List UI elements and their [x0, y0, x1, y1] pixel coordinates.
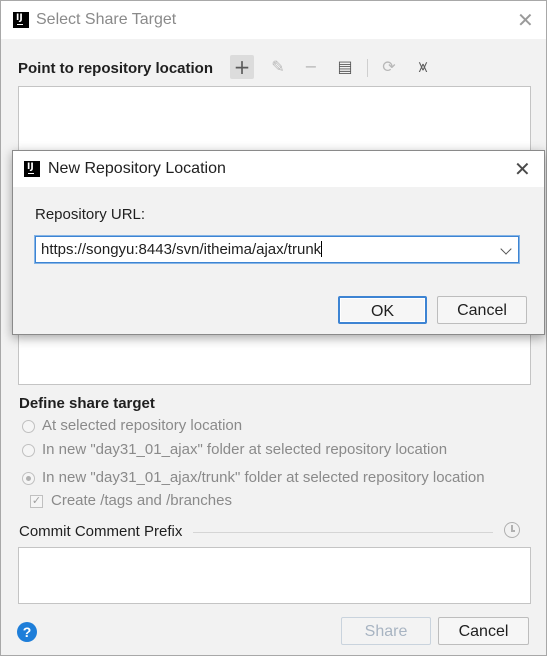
share-button[interactable]: Share	[341, 617, 431, 645]
window-title-bar: IJ Select Share Target ✕	[1, 1, 546, 39]
edit-location-icon[interactable]: ✎	[266, 55, 290, 79]
create-tags-label: Create /tags and /branches	[51, 492, 232, 509]
remove-location-icon[interactable]: −	[299, 55, 323, 79]
close-icon[interactable]: ✕	[517, 10, 534, 30]
option-radio-1[interactable]	[22, 444, 35, 457]
repository-url-combobox[interactable]: https://songyu:8443/svn/itheima/ajax/tru…	[35, 236, 519, 263]
repository-location-label: Point to repository location	[18, 60, 214, 77]
new-repository-location-dialog: IJ New Repository Location ✕ Repository …	[12, 150, 545, 335]
ok-button[interactable]: OK	[338, 296, 427, 324]
option-label-1: In new "day31_01_ajax" folder at selecte…	[42, 441, 448, 458]
option-radio-0[interactable]	[22, 420, 35, 433]
intellij-logo-icon: IJ	[11, 10, 33, 32]
chevron-down-icon[interactable]	[500, 243, 512, 255]
option-label-0: At selected repository location	[42, 417, 243, 434]
repository-url-value: https://songyu:8443/svn/itheima/ajax/tru…	[41, 241, 322, 258]
cancel-button[interactable]: Cancel	[438, 617, 529, 645]
toolbar-separator	[367, 59, 368, 77]
dialog-cancel-button[interactable]: Cancel	[437, 296, 527, 324]
commit-prefix-input[interactable]	[18, 547, 531, 604]
history-clock-icon[interactable]	[504, 522, 520, 538]
dialog-close-icon[interactable]: ✕	[514, 159, 531, 179]
repository-url-input[interactable]: https://songyu:8443/svn/itheima/ajax/tru…	[41, 241, 323, 258]
collapse-icon[interactable]: ⩙	[411, 55, 435, 79]
intellij-logo-icon: IJ	[22, 159, 44, 181]
commit-prefix-label: Commit Comment Prefix	[19, 523, 183, 540]
create-tags-checkbox[interactable]: ✓	[30, 495, 43, 508]
refresh-icon[interactable]: ⟳	[377, 55, 401, 79]
dialog-title: New Repository Location	[48, 160, 226, 177]
dialog-title-bar: IJ New Repository Location ✕	[13, 151, 544, 187]
text-caret	[321, 241, 323, 257]
option-label-2: In new "day31_01_ajax/trunk" folder at s…	[42, 469, 485, 486]
help-icon[interactable]: ?	[17, 622, 37, 642]
repository-url-label: Repository URL:	[35, 206, 146, 223]
option-radio-2[interactable]	[22, 472, 35, 485]
browse-location-icon[interactable]: ▤	[333, 55, 357, 79]
commit-prefix-separator	[193, 532, 493, 533]
add-location-icon[interactable]: +	[230, 55, 254, 79]
window-title: Select Share Target	[36, 11, 177, 28]
define-share-target-label: Define share target	[19, 395, 155, 412]
